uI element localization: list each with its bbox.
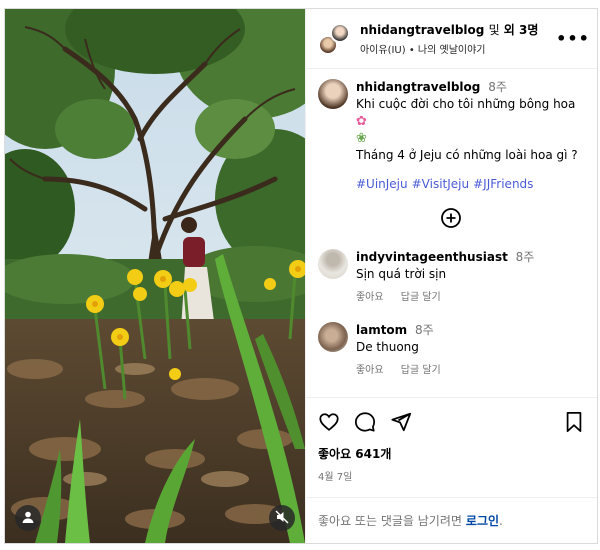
coauthor-joiner: 및 (488, 23, 500, 37)
comment-body: lamtom 8주 De thuong 좋아요 답글 달기 (356, 322, 585, 379)
comment-username[interactable]: lamtom (356, 323, 407, 337)
caption-time: 8주 (488, 80, 507, 94)
post-header: nhidangtravelblog 및 외 3명 아이유(IU) • 나의 옛날… (305, 9, 597, 69)
avatar[interactable] (317, 79, 348, 109)
hashtag-link[interactable]: #JJFriends (473, 177, 533, 191)
post-media[interactable] (5, 9, 305, 543)
more-horizontal-icon[interactable]: ••• (556, 27, 589, 51)
like-count[interactable]: 좋아요 641개 (306, 445, 597, 462)
comment-icon[interactable] (352, 409, 378, 435)
caption: nhidangtravelblog 8주 Khi cuộc đời cho tô… (317, 79, 585, 193)
hashtag-link[interactable]: #UinJeju (356, 177, 408, 191)
comment-item: lamtom 8주 De thuong 좋아요 답글 달기 (317, 322, 585, 379)
post-photo (5, 9, 305, 543)
comment-time: 8주 (415, 323, 434, 337)
header-text: nhidangtravelblog 및 외 3명 아이유(IU) • 나의 옛날… (360, 21, 561, 56)
caption-line2: Tháng 4 ở Jeju có những loài hoa gì ? (355, 148, 578, 162)
avatar[interactable] (317, 322, 348, 352)
caption-username[interactable]: nhidangtravelblog (356, 80, 480, 94)
person-icon (21, 509, 35, 528)
avatar[interactable] (317, 249, 348, 279)
caption-line1-text: Khi cuộc đời cho tôi những bông hoa (355, 97, 576, 111)
coauthor-count[interactable]: 외 3명 (504, 23, 539, 37)
author-avatars[interactable] (317, 22, 350, 55)
login-link[interactable]: 로그인 (466, 512, 499, 529)
comment-actions: 좋아요 답글 달기 (356, 362, 585, 379)
avatar (329, 22, 350, 43)
herb-icon: ❀ (355, 131, 367, 146)
comment-actions: 좋아요 답글 달기 (356, 289, 585, 306)
comment-like-button[interactable]: 좋아요 (356, 292, 384, 303)
author-name[interactable]: nhidangtravelblog (360, 23, 484, 37)
caption-line1: Khi cuộc đời cho tôi những bông hoa ✿ (356, 96, 585, 130)
comment-text: Sịn quá trời sịn (355, 267, 447, 281)
comment-like-button[interactable]: 좋아요 (356, 365, 384, 376)
bookmark-icon[interactable] (561, 409, 587, 435)
hashtag-link[interactable]: #VisitJeju (412, 177, 470, 191)
comment-username[interactable]: indyvintageenthusiast (356, 250, 508, 264)
comment-header: indyvintageenthusiast 8주 (356, 249, 585, 266)
comment-item: indyvintageenthusiast 8주 Sịn quá trời sị… (317, 249, 585, 306)
instagram-post: nhidangtravelblog 및 외 3명 아이유(IU) • 나의 옛날… (4, 8, 598, 544)
audio-info[interactable]: 아이유(IU) • 나의 옛날이야기 (360, 41, 561, 56)
caption-line-emoji: ❀ (356, 130, 585, 147)
comment-reply-button[interactable]: 답글 달기 (401, 292, 441, 303)
mute-icon (275, 509, 289, 528)
hashtags: #UinJeju #VisitJeju #JJFriends (356, 176, 585, 193)
mute-button[interactable] (268, 505, 295, 531)
post-action-bar (305, 397, 597, 445)
login-prompt-text: 좋아요 또는 댓글을 남기려면 (317, 514, 462, 528)
comment-time: 8주 (515, 250, 535, 264)
comment-text: De thuong (355, 340, 419, 354)
tagged-users-button[interactable] (15, 505, 41, 531)
comments-section: nhidangtravelblog 8주 Khi cuộc đời cho tô… (306, 69, 597, 397)
post-side-panel: nhidangtravelblog 및 외 3명 아이유(IU) • 나의 옛날… (304, 9, 597, 543)
caption-header: nhidangtravelblog 8주 (356, 79, 585, 96)
plus-circle-icon[interactable] (440, 207, 462, 233)
load-more-comments (318, 207, 585, 233)
post-date[interactable]: 4월 7일 (306, 462, 597, 497)
comment-body: indyvintageenthusiast 8주 Sịn quá trời sị… (356, 249, 585, 306)
comment-reply-button[interactable]: 답글 달기 (401, 365, 441, 376)
author-line: nhidangtravelblog 및 외 3명 (360, 21, 561, 38)
login-prompt-end: . (499, 513, 503, 528)
heart-icon[interactable] (316, 409, 342, 435)
login-prompt: 좋아요 또는 댓글을 남기려면 로그인 . (305, 497, 597, 543)
comment-header: lamtom 8주 (356, 322, 585, 339)
cherry-blossom-icon: ✿ (355, 114, 367, 129)
caption-body: nhidangtravelblog 8주 Khi cuộc đời cho tô… (356, 79, 585, 193)
send-icon[interactable] (388, 409, 414, 435)
